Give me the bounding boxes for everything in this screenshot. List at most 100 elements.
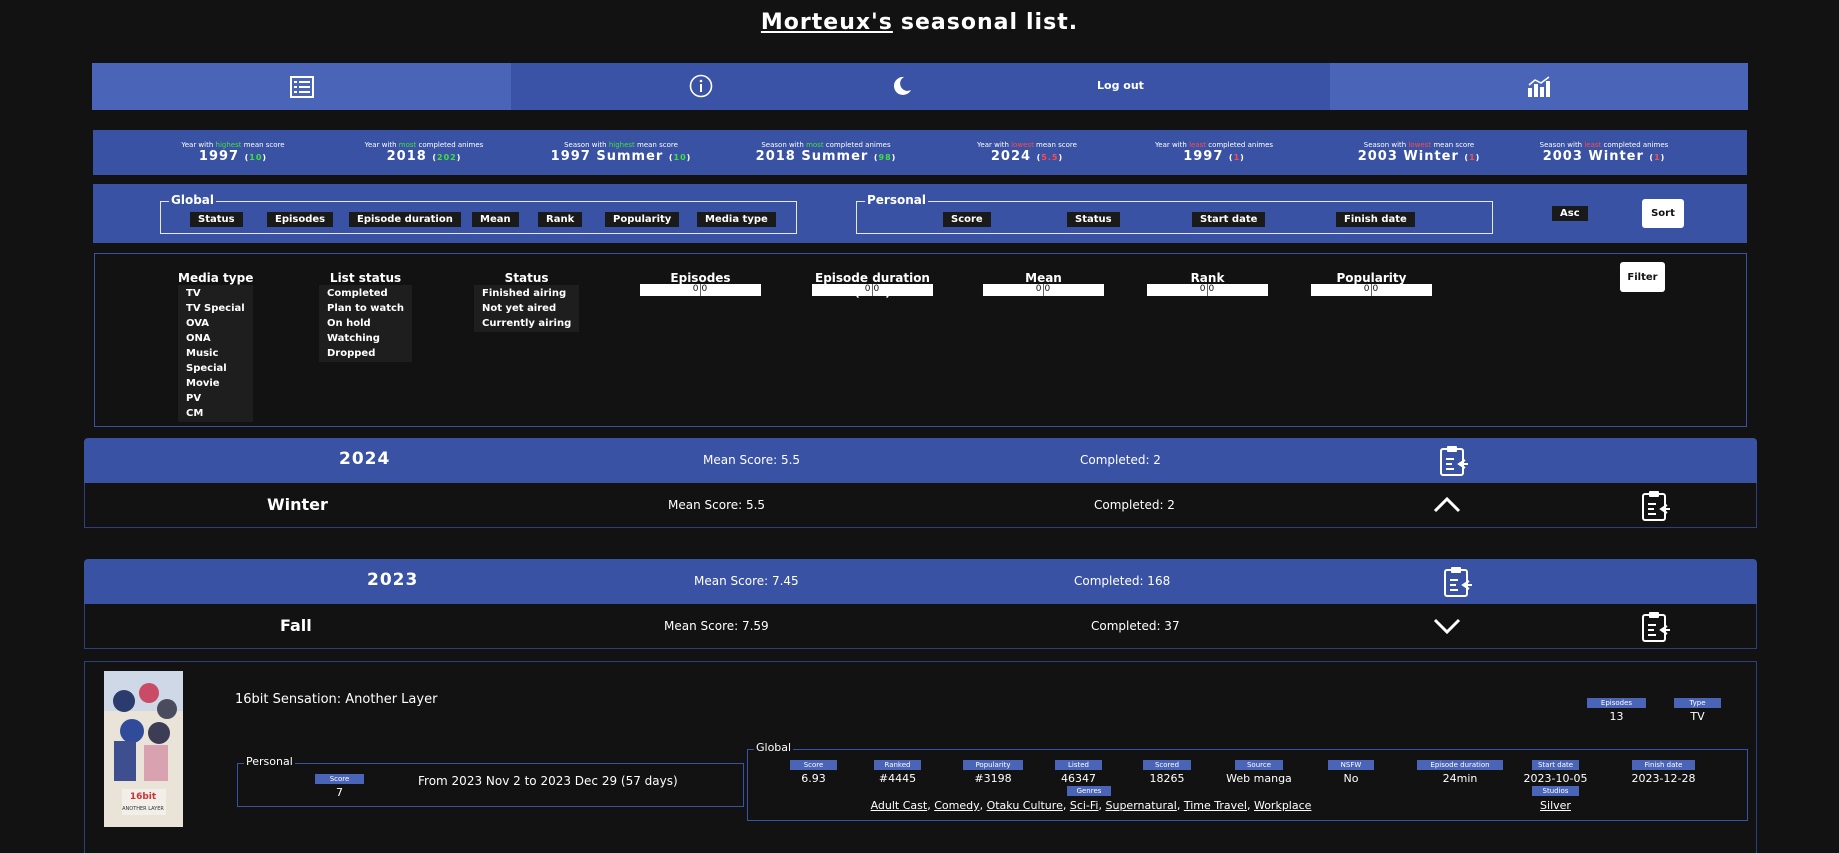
svg-text:ANOTHER LAYER: ANOTHER LAYER xyxy=(122,806,164,812)
global-stat-value: #4445 xyxy=(878,772,917,785)
stat-label: Year with highest mean score xyxy=(181,141,285,149)
range-min[interactable]: 0 xyxy=(812,284,873,296)
genre-link[interactable]: Sci-Fi xyxy=(1070,799,1099,812)
year-completed: Completed: 168 xyxy=(1074,574,1171,588)
genre-link[interactable]: Adult Cast xyxy=(871,799,928,812)
season-row-fall[interactable]: Fall Mean Score: 7.59 Completed: 37 xyxy=(84,604,1757,649)
season-label: Winter xyxy=(267,495,328,514)
media-type-option[interactable]: TV xyxy=(186,286,245,301)
stat-item: Year with lowest mean score 2024 (5.5) xyxy=(937,141,1117,164)
stat-item: Season with lowest mean score 2003 Winter… xyxy=(1329,141,1509,164)
anime-poster[interactable]: 16bit ANOTHER LAYER xyxy=(104,671,183,827)
nav-stats-tab[interactable] xyxy=(1330,63,1748,110)
global-stat-value: No xyxy=(1343,772,1359,785)
global-stat-label: Listed xyxy=(1055,760,1102,770)
export-list-icon[interactable] xyxy=(1640,611,1670,643)
logout-button[interactable]: Log out xyxy=(1097,79,1144,92)
stat-item: Season with highest mean score 1997 Summe… xyxy=(531,141,711,164)
nav-list-tab[interactable] xyxy=(92,63,511,110)
stat-item: Year with least completed animes 1997 (1) xyxy=(1124,141,1304,164)
list-status-option[interactable]: Watching xyxy=(327,331,404,346)
status-option[interactable]: Finished airing xyxy=(482,286,571,301)
range-max[interactable]: 0 xyxy=(1208,284,1269,296)
sort-chip-start-date[interactable]: Start date xyxy=(1192,212,1266,227)
sort-chip-popularity[interactable]: Popularity xyxy=(605,212,680,227)
range-min[interactable]: 0 xyxy=(1147,284,1208,296)
media-type-option[interactable]: CM xyxy=(186,406,245,421)
genre-link[interactable]: Otaku Culture xyxy=(987,799,1063,812)
filter-panel: Media type TV TV Special OVA ONA Music Specia… xyxy=(94,253,1747,427)
range-min[interactable]: 0 xyxy=(640,284,701,296)
global-stat-label: Source xyxy=(1235,760,1283,770)
sort-chip-status[interactable]: Status xyxy=(190,212,243,227)
status-heading: Status xyxy=(504,271,549,285)
sort-chip-media-type[interactable]: Media type xyxy=(697,212,776,227)
genre-link[interactable]: Workplace xyxy=(1254,799,1311,812)
global-stat-label: NSFW xyxy=(1328,760,1374,770)
list-status-option[interactable]: On hold xyxy=(327,316,404,331)
moon-icon[interactable] xyxy=(891,75,913,97)
stat-label: Season with highest mean score xyxy=(564,141,678,149)
studio-link[interactable]: Silver xyxy=(1532,799,1579,812)
sort-button[interactable]: Sort xyxy=(1642,199,1684,228)
sort-chip-score[interactable]: Score xyxy=(943,212,991,227)
stat-item: Season with least completed animes 2003 W… xyxy=(1514,141,1694,164)
season-row-winter[interactable]: Winter Mean Score: 5.5 Completed: 2 xyxy=(84,483,1757,528)
genre-link[interactable]: Comedy xyxy=(934,799,979,812)
list-status-option[interactable]: Completed xyxy=(327,286,404,301)
status-option[interactable]: Not yet aired xyxy=(482,301,571,316)
global-stat-value: 24min xyxy=(1442,772,1478,785)
range-max[interactable]: 0 xyxy=(701,284,762,296)
media-type-filter: Media type TV TV Special OVA ONA Music Specia… xyxy=(178,271,254,422)
genre-link[interactable]: Time Travel xyxy=(1184,799,1247,812)
range-max[interactable]: 0 xyxy=(1044,284,1105,296)
sort-chip-rank[interactable]: Rank xyxy=(538,212,583,227)
chevron-up-icon[interactable] xyxy=(1433,495,1461,513)
chevron-down-icon[interactable] xyxy=(1433,618,1461,636)
stat-label: Year with lowest mean score xyxy=(977,141,1077,149)
media-type-option[interactable]: Movie xyxy=(186,376,245,391)
anime-title[interactable]: 16bit Sensation: Another Layer xyxy=(235,692,437,707)
year-header-2023[interactable]: 2023 Mean Score: 7.45 Completed: 168 xyxy=(84,559,1757,604)
sort-chip-personal-status[interactable]: Status xyxy=(1067,212,1120,227)
global-stat-value: 18265 xyxy=(1149,772,1185,785)
filter-button[interactable]: Filter xyxy=(1620,262,1665,292)
sort-chip-mean[interactable]: Mean xyxy=(472,212,519,227)
range-input[interactable]: 00 xyxy=(812,284,933,296)
media-type-option[interactable]: PV xyxy=(186,391,245,406)
season-label: Fall xyxy=(280,616,312,635)
nav-middle: Log out xyxy=(511,63,1330,110)
genres-badge: Genres xyxy=(1067,786,1111,796)
anime-card: 16bit ANOTHER LAYER 16bit Sensation: Ano… xyxy=(84,661,1757,853)
list-status-option[interactable]: Dropped xyxy=(327,346,404,361)
range-min[interactable]: 0 xyxy=(1311,284,1372,296)
info-icon[interactable] xyxy=(689,74,713,98)
sort-chip-episode-duration[interactable]: Episode duration xyxy=(349,212,461,227)
list-status-option[interactable]: Plan to watch xyxy=(327,301,404,316)
range-min[interactable]: 0 xyxy=(983,284,1044,296)
range-input[interactable]: 00 xyxy=(1311,284,1432,296)
range-input[interactable]: 00 xyxy=(640,284,761,296)
export-list-icon[interactable] xyxy=(1438,445,1468,477)
range-input[interactable]: 00 xyxy=(1147,284,1268,296)
username-link[interactable]: Morteux's xyxy=(761,10,893,35)
sort-chip-episodes[interactable]: Episodes xyxy=(267,212,334,227)
sort-chip-finish-date[interactable]: Finish date xyxy=(1336,212,1415,227)
media-type-option[interactable]: OVA xyxy=(186,316,245,331)
export-list-icon[interactable] xyxy=(1442,566,1472,598)
range-max[interactable]: 0 xyxy=(1372,284,1433,296)
global-stat-label: Popularity xyxy=(963,760,1023,770)
stat-item: Year with most completed animes 2018 (202… xyxy=(334,141,514,164)
range-input[interactable]: 00 xyxy=(983,284,1104,296)
genre-link[interactable]: Supernatural xyxy=(1105,799,1176,812)
stat-value: 2003 Winter (1) xyxy=(1542,149,1666,164)
export-list-icon[interactable] xyxy=(1640,490,1670,522)
media-type-option[interactable]: ONA xyxy=(186,331,245,346)
media-type-option[interactable]: TV Special xyxy=(186,301,245,316)
year-header-2024[interactable]: 2024 Mean Score: 5.5 Completed: 2 xyxy=(84,438,1757,483)
range-max[interactable]: 0 xyxy=(873,284,934,296)
media-type-option[interactable]: Music xyxy=(186,346,245,361)
media-type-option[interactable]: Special xyxy=(186,361,245,376)
asc-toggle[interactable]: Asc xyxy=(1552,206,1588,221)
status-option[interactable]: Currently airing xyxy=(482,316,571,331)
